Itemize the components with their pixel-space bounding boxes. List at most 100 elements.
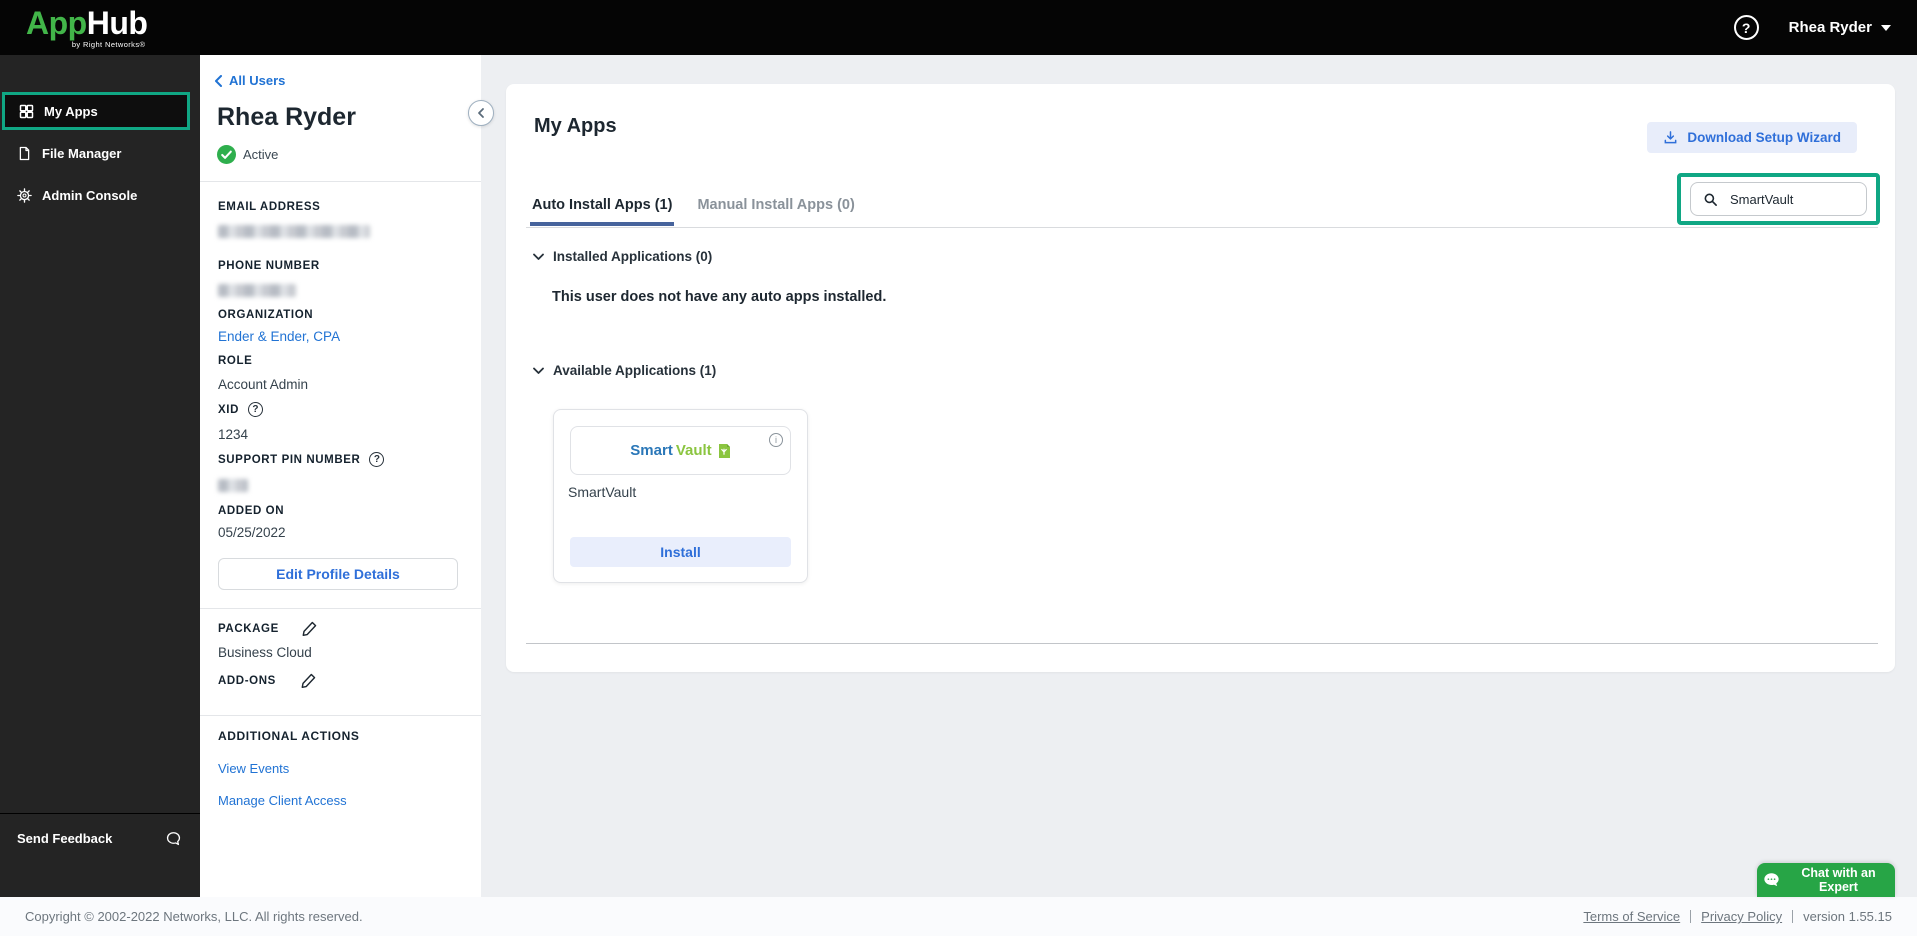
download-icon bbox=[1663, 130, 1678, 145]
installed-applications-section-header[interactable]: Installed Applications (0) bbox=[533, 249, 712, 264]
search-input[interactable] bbox=[1728, 190, 1847, 208]
sidebar: My Apps File Manager Admin Console Send … bbox=[0, 55, 200, 897]
sidebar-item-file-manager[interactable]: File Manager bbox=[0, 136, 200, 170]
chevron-left-icon bbox=[214, 74, 223, 87]
search-annotation-highlight bbox=[1677, 173, 1880, 225]
privacy-policy-link[interactable]: Privacy Policy bbox=[1701, 909, 1782, 924]
sidebar-item-label: Admin Console bbox=[42, 187, 138, 203]
help-icon[interactable]: ? bbox=[1733, 15, 1759, 40]
app-info-icon[interactable]: i bbox=[769, 433, 783, 447]
apphub-logo[interactable]: AppHub by Right Networks® bbox=[26, 4, 148, 49]
profile-name: Rhea Ryder bbox=[217, 103, 356, 131]
chat-button-label: Chat with an Expert bbox=[1801, 866, 1876, 894]
smartvault-logo-smart: Smart bbox=[630, 442, 673, 459]
file-icon bbox=[17, 146, 32, 161]
divider bbox=[200, 608, 481, 609]
footer-separator bbox=[1690, 910, 1692, 923]
grid-icon bbox=[19, 104, 34, 119]
status-badge: Active bbox=[217, 145, 278, 164]
edit-addons-pencil-icon[interactable] bbox=[300, 672, 317, 689]
organization-link[interactable]: Ender & Ender, CPA bbox=[218, 329, 340, 344]
back-link-label: All Users bbox=[229, 73, 286, 88]
addons-row: ADD-ONS bbox=[218, 672, 317, 689]
organization-label: ORGANIZATION bbox=[218, 309, 314, 321]
sidebar-item-label: My Apps bbox=[44, 103, 98, 119]
logo-hub-text: Hub bbox=[86, 4, 148, 41]
phone-label: PHONE NUMBER bbox=[218, 260, 320, 272]
chevron-down-icon bbox=[1881, 24, 1891, 31]
panel-bottom-divider bbox=[526, 643, 1878, 644]
redacted-phone-value bbox=[218, 284, 296, 297]
copyright-text: Copyright © 2002-2022 Networks, LLC. All… bbox=[25, 909, 363, 924]
support-pin-label: SUPPORT PIN NUMBER bbox=[218, 453, 361, 466]
chevron-down-icon bbox=[533, 367, 544, 375]
chat-with-expert-button[interactable]: Chat with an Expert bbox=[1757, 863, 1895, 897]
page-title: My Apps bbox=[534, 115, 617, 137]
chat-bubble-icon bbox=[165, 830, 182, 847]
back-to-all-users-link[interactable]: All Users bbox=[214, 73, 285, 88]
smartvault-vault-icon bbox=[717, 443, 731, 459]
support-pin-row: SUPPORT PIN NUMBER ? bbox=[218, 452, 385, 467]
support-pin-help-icon[interactable]: ? bbox=[369, 452, 385, 467]
user-menu[interactable]: Rhea Ryder bbox=[1789, 19, 1891, 36]
footer-separator bbox=[1792, 910, 1794, 923]
footer: Copyright © 2002-2022 Networks, LLC. All… bbox=[0, 897, 1917, 936]
install-button[interactable]: Install bbox=[570, 537, 791, 567]
header-right: ? Rhea Ryder bbox=[1733, 15, 1891, 40]
installed-section-label: Installed Applications (0) bbox=[553, 249, 713, 264]
tabs-divider bbox=[526, 227, 1878, 228]
logo-app-text: App bbox=[26, 4, 87, 41]
tab-auto-install-apps[interactable]: Auto Install Apps (1) bbox=[530, 197, 675, 226]
app-search-box[interactable] bbox=[1690, 182, 1867, 216]
view-events-link[interactable]: View Events bbox=[218, 761, 289, 776]
redacted-pin-value bbox=[218, 479, 248, 492]
app-name: SmartVault bbox=[568, 484, 637, 500]
footer-links: Terms of Service Privacy Policy version … bbox=[1583, 909, 1892, 924]
collapse-panel-button[interactable] bbox=[468, 100, 494, 126]
redacted-email-value bbox=[218, 225, 370, 238]
smartvault-logo-vault: Vault bbox=[675, 442, 712, 459]
package-row: PACKAGE bbox=[218, 620, 318, 637]
sidebar-item-my-apps[interactable]: My Apps bbox=[2, 92, 190, 130]
sidebar-item-label: File Manager bbox=[42, 145, 122, 161]
available-applications-section-header[interactable]: Available Applications (1) bbox=[533, 363, 716, 378]
user-menu-label: Rhea Ryder bbox=[1788, 19, 1872, 36]
smartvault-logo-box: Smart Vault i bbox=[570, 426, 791, 475]
active-check-icon bbox=[217, 145, 236, 164]
send-feedback-label: Send Feedback bbox=[17, 830, 113, 846]
added-on-label: ADDED ON bbox=[218, 505, 285, 517]
xid-value: 1234 bbox=[218, 427, 249, 442]
terms-of-service-link[interactable]: Terms of Service bbox=[1583, 909, 1680, 924]
role-label: ROLE bbox=[218, 355, 253, 367]
user-profile-panel: All Users Rhea Ryder Active EMAIL ADDRES… bbox=[200, 55, 481, 897]
sidebar-item-admin-console[interactable]: Admin Console bbox=[0, 178, 200, 212]
package-label: PACKAGE bbox=[218, 622, 279, 635]
added-on-value: 05/25/2022 bbox=[218, 525, 286, 540]
role-value: Account Admin bbox=[218, 377, 309, 392]
logo-byline: by Right Networks® bbox=[71, 39, 146, 49]
divider bbox=[200, 181, 481, 182]
available-section-label: Available Applications (1) bbox=[553, 363, 717, 378]
my-apps-panel: My Apps Download Setup Wizard Auto Insta… bbox=[506, 84, 1895, 672]
tab-manual-install-apps[interactable]: Manual Install Apps (0) bbox=[695, 197, 856, 226]
send-feedback-button[interactable]: Send Feedback bbox=[0, 823, 200, 853]
additional-actions-label: ADDITIONAL ACTIONS bbox=[218, 729, 360, 743]
xid-help-icon[interactable]: ? bbox=[247, 402, 263, 417]
xid-label: XID bbox=[218, 403, 239, 416]
status-label: Active bbox=[243, 147, 279, 162]
download-button-label: Download Setup Wizard bbox=[1687, 130, 1841, 145]
manage-client-access-link[interactable]: Manage Client Access bbox=[218, 793, 347, 808]
xid-row: XID ? bbox=[218, 402, 263, 417]
addons-label: ADD-ONS bbox=[218, 674, 276, 687]
divider bbox=[200, 715, 481, 716]
edit-profile-details-button[interactable]: Edit Profile Details bbox=[218, 558, 458, 590]
package-value: Business Cloud bbox=[218, 645, 312, 660]
chevron-down-icon bbox=[533, 253, 544, 261]
edit-package-pencil-icon[interactable] bbox=[301, 620, 318, 637]
installed-empty-message: This user does not have any auto apps in… bbox=[552, 289, 887, 305]
apps-tabs: Auto Install Apps (1) Manual Install App… bbox=[530, 197, 857, 226]
email-label: EMAIL ADDRESS bbox=[218, 201, 321, 213]
download-setup-wizard-button[interactable]: Download Setup Wizard bbox=[1647, 122, 1857, 153]
apphub-logo-text: AppHub bbox=[26, 4, 148, 41]
gear-icon bbox=[17, 187, 32, 203]
